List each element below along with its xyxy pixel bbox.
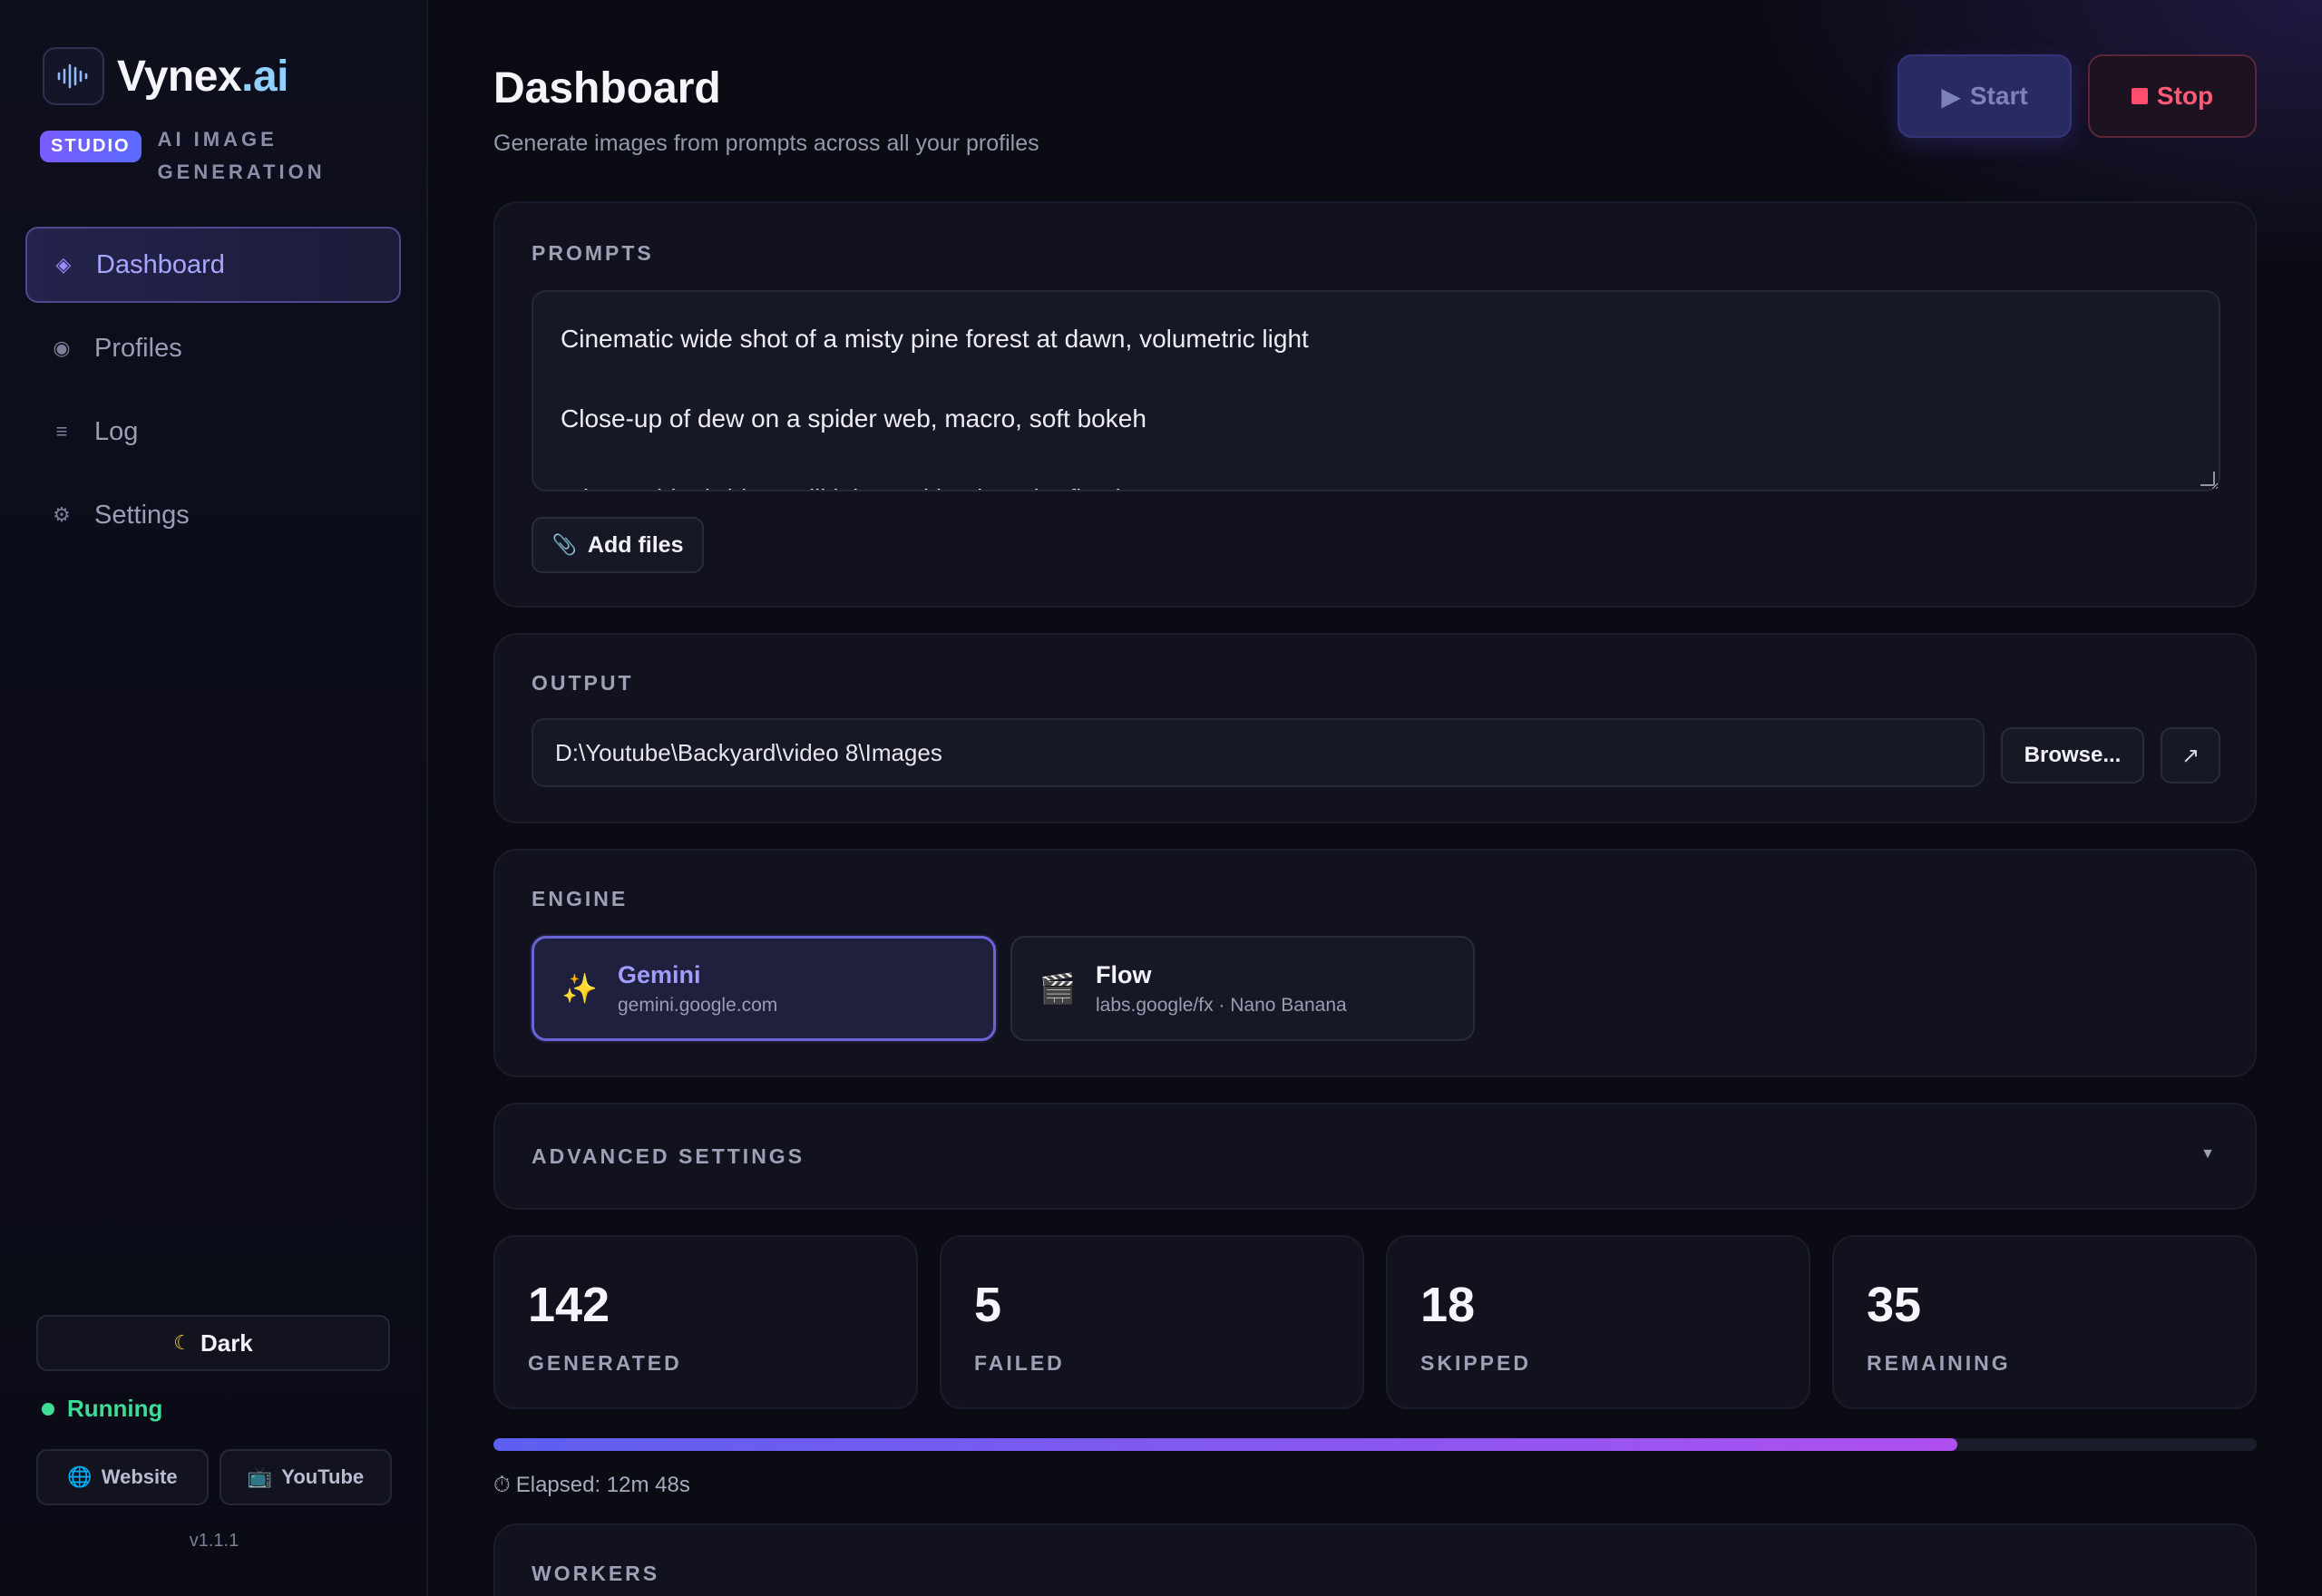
clapperboard-icon: 🎬 xyxy=(1039,972,1076,1005)
stat-label: FAILED xyxy=(974,1351,1065,1375)
sidebar-item-label: Dashboard xyxy=(96,249,225,279)
engine-label: ENGINE xyxy=(532,887,629,910)
resize-handle[interactable] xyxy=(2200,472,2215,486)
stopwatch-icon: ⏱ xyxy=(493,1473,511,1497)
gear-icon: ⚙ xyxy=(53,503,71,526)
progress-fill xyxy=(493,1438,1957,1451)
engine-name: Gemini xyxy=(618,960,701,988)
stat-card-skipped: 18 SKIPPED xyxy=(1386,1235,1810,1409)
progress-bar xyxy=(493,1438,2257,1451)
stat-value: 18 xyxy=(1420,1278,1476,1332)
sidebar-nav: ◈ Dashboard ◉ Profiles ≡ Log ⚙ Settings xyxy=(25,227,401,553)
list-icon: ≡ xyxy=(55,420,68,443)
prompt-line: Close-up of dew on a spider web, macro, … xyxy=(561,404,1146,433)
brand-subtitle: AI IMAGE GENERATION xyxy=(157,128,326,183)
workers-card: WORKERS xyxy=(493,1523,2257,1596)
paperclip-icon: 📎 xyxy=(551,533,577,556)
stat-card-generated: 142 GENERATED xyxy=(493,1235,918,1409)
waveform-icon xyxy=(43,47,104,105)
prompt-line: A lone white bridge, still lake and back… xyxy=(561,479,2191,490)
stat-label: GENERATED xyxy=(528,1351,682,1375)
sidebar-item-label: Profiles xyxy=(94,333,182,363)
studio-badge: STUDIO xyxy=(40,131,141,162)
advanced-settings-label: ADVANCED SETTINGS xyxy=(532,1144,805,1168)
sidebar-item-label: Settings xyxy=(94,500,190,530)
external-link-icon: ↗ xyxy=(2181,743,2200,768)
engine-url: labs.google/fx · Nano Banana xyxy=(1096,994,1347,1016)
play-icon: ▶ xyxy=(1941,82,1961,111)
stat-card-failed: 5 FAILED xyxy=(940,1235,1364,1409)
output-label: OUTPUT xyxy=(532,671,634,695)
output-path-input[interactable]: D:\Youtube\Backyard\video 8\Images xyxy=(532,718,1985,787)
engine-card: ENGINE ✨ Gemini gemini.google.com 🎬 Flow… xyxy=(493,849,2257,1077)
stop-button[interactable]: Stop xyxy=(2088,54,2257,138)
theme-toggle-button[interactable]: ☾ Dark xyxy=(36,1315,390,1371)
prompts-label: PROMPTS xyxy=(532,241,654,265)
engine-option-flow[interactable]: 🎬 Flow labs.google/fx · Nano Banana xyxy=(1010,936,1475,1041)
engine-url: gemini.google.com xyxy=(618,994,778,1016)
sidebar-item-log[interactable]: ≡ Log xyxy=(25,394,401,470)
globe-icon: 🌐 xyxy=(67,1465,93,1488)
stat-value: 5 xyxy=(974,1278,1002,1332)
circle-icon: ◉ xyxy=(53,336,71,359)
sidebar-item-label: Log xyxy=(94,416,139,446)
elapsed-text: Elapsed: 12m 48s xyxy=(515,1473,690,1497)
status-dot xyxy=(42,1402,54,1416)
tv-icon: 📺 xyxy=(247,1465,273,1488)
sidebar: Vynex.ai STUDIO AI IMAGE GENERATION ◈ Da… xyxy=(0,0,428,1596)
stat-value: 35 xyxy=(1867,1278,1922,1332)
brand: Vynex.ai xyxy=(25,47,401,105)
open-folder-button[interactable]: ↗ xyxy=(2161,727,2220,783)
stat-value: 142 xyxy=(528,1278,610,1332)
prompts-card: PROMPTS Cinematic wide shot of a misty p… xyxy=(493,201,2257,608)
stat-card-remaining: 35 REMAINING xyxy=(1832,1235,2257,1409)
stop-icon xyxy=(2131,88,2148,104)
sidebar-item-profiles[interactable]: ◉ Profiles xyxy=(25,310,401,386)
sidebar-item-settings[interactable]: ⚙ Settings xyxy=(25,477,401,553)
version-label: v1.1.1 xyxy=(189,1531,239,1551)
main-content: Dashboard Generate images from prompts a… xyxy=(428,0,2322,1596)
engine-name: Flow xyxy=(1096,960,1152,988)
sparkles-icon: ✨ xyxy=(561,972,598,1005)
youtube-button[interactable]: 📺 YouTube xyxy=(220,1449,392,1505)
page-subtitle: Generate images from prompts across all … xyxy=(493,131,1039,156)
stat-label: SKIPPED xyxy=(1420,1351,1531,1375)
advanced-settings-toggle[interactable]: ADVANCED SETTINGS ▼ xyxy=(493,1103,2257,1210)
stat-label: REMAINING xyxy=(1867,1351,2011,1375)
add-files-button[interactable]: 📎 Add files xyxy=(532,517,704,573)
moon-icon: ☾ xyxy=(173,1331,191,1354)
diamond-icon: ◈ xyxy=(55,253,72,276)
workers-label: WORKERS xyxy=(532,1562,660,1585)
output-card: OUTPUT D:\Youtube\Backyard\video 8\Image… xyxy=(493,633,2257,823)
website-button[interactable]: 🌐 Website xyxy=(36,1449,209,1505)
start-button[interactable]: ▶ Start xyxy=(1898,54,2072,138)
status-indicator: Running xyxy=(42,1395,162,1423)
prompt-line: Cinematic wide shot of a misty pine fore… xyxy=(561,325,1309,353)
browse-button[interactable]: Browse... xyxy=(2001,727,2144,783)
chevron-down-icon: ▼ xyxy=(2200,1146,2215,1162)
page-title: Dashboard xyxy=(493,64,721,112)
engine-option-gemini[interactable]: ✨ Gemini gemini.google.com xyxy=(532,936,996,1041)
prompts-textarea[interactable]: Cinematic wide shot of a misty pine fore… xyxy=(532,290,2220,491)
elapsed-time: ⏱ Elapsed: 12m 48s xyxy=(493,1473,690,1498)
sidebar-item-dashboard[interactable]: ◈ Dashboard xyxy=(25,227,401,303)
status-text: Running xyxy=(67,1395,163,1422)
brand-name: Vynex.ai xyxy=(117,52,289,101)
